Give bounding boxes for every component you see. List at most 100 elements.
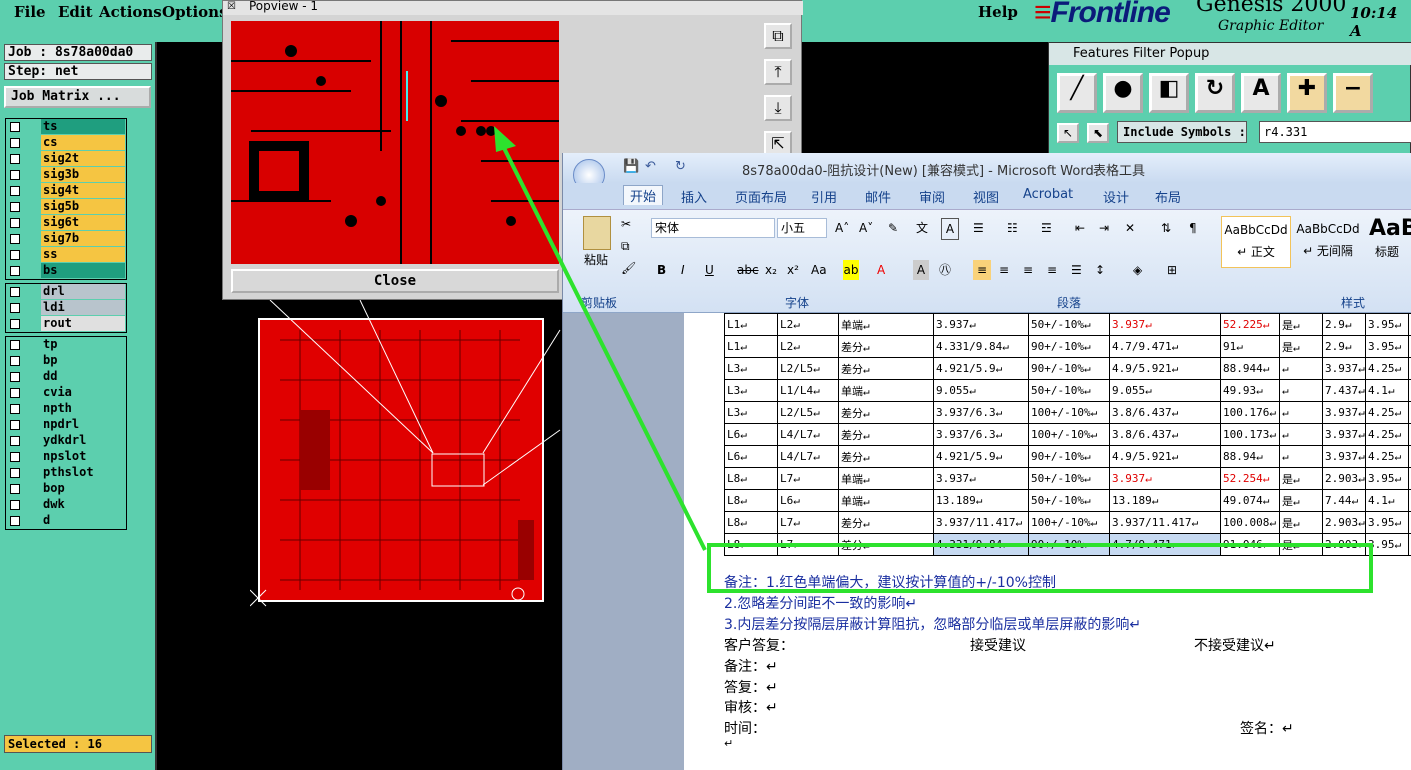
layer-row[interactable]: ydkdrl bbox=[6, 433, 126, 449]
change-case-icon[interactable]: Aa bbox=[811, 260, 827, 280]
zoom-out-icon[interactable]: ⤓ bbox=[764, 95, 792, 121]
table-cell[interactable]: 100+/-10%↵ bbox=[1028, 511, 1110, 534]
distributed-icon[interactable]: ☰ bbox=[1071, 260, 1082, 280]
text-filter-icon[interactable]: A bbox=[1241, 73, 1281, 113]
table-cell[interactable]: L3↵ bbox=[724, 379, 778, 402]
layer-name[interactable]: sig3b bbox=[41, 167, 125, 182]
layer-name[interactable]: sig4t bbox=[41, 183, 125, 198]
multilevel-list-icon[interactable]: ☲ bbox=[1041, 218, 1052, 238]
table-cell[interactable]: 单端↵ bbox=[838, 313, 934, 336]
superscript-icon[interactable]: x² bbox=[787, 260, 799, 280]
table-cell[interactable]: 3.95↵ bbox=[1365, 511, 1409, 534]
layer-checkbox[interactable] bbox=[10, 340, 20, 350]
layer-row[interactable]: rout bbox=[6, 316, 126, 332]
layer-row[interactable]: tp bbox=[6, 337, 126, 353]
table-cell[interactable]: 4.25↵ bbox=[1365, 445, 1409, 468]
ribbon-tab[interactable]: 视图 bbox=[973, 187, 999, 206]
layer-checkbox[interactable] bbox=[10, 436, 20, 446]
table-cell[interactable]: 3.8/6.437↵ bbox=[1109, 401, 1221, 424]
layer-checkbox[interactable] bbox=[10, 372, 20, 382]
table-cell[interactable]: 3.937↵ bbox=[1322, 445, 1366, 468]
table-cell[interactable]: 52.225↵ bbox=[1220, 313, 1280, 336]
table-cell[interactable]: 91↵ bbox=[1220, 335, 1280, 358]
table-cell[interactable]: 3.8/6.437↵ bbox=[1109, 423, 1221, 446]
table-cell[interactable]: 3.937↵ bbox=[1322, 423, 1366, 446]
table-cell[interactable]: 4.25↵ bbox=[1365, 423, 1409, 446]
table-cell[interactable]: L3↵ bbox=[724, 357, 778, 380]
clear-format-icon[interactable]: ✎ bbox=[888, 218, 898, 238]
layer-row[interactable]: ldi bbox=[6, 300, 126, 316]
table-cell[interactable]: L7↵ bbox=[777, 467, 839, 490]
layer-checkbox[interactable] bbox=[10, 287, 20, 297]
layer-checkbox[interactable] bbox=[10, 154, 20, 164]
layer-name[interactable]: rout bbox=[41, 316, 125, 331]
table-cell[interactable]: 3.937↵ bbox=[933, 313, 1029, 336]
layer-checkbox[interactable] bbox=[10, 202, 20, 212]
table-cell[interactable]: 3.937↵ bbox=[1109, 313, 1221, 336]
table-cell[interactable]: 是↵ bbox=[1279, 511, 1323, 534]
menu-file[interactable]: File bbox=[14, 3, 46, 21]
table-cell[interactable]: 单端↵ bbox=[838, 379, 934, 402]
table-cell[interactable]: L3↵ bbox=[724, 401, 778, 424]
layer-row[interactable]: bs bbox=[6, 263, 126, 279]
decrease-indent-icon[interactable]: ⇤ bbox=[1075, 218, 1085, 238]
table-cell[interactable]: 3.95↵ bbox=[1365, 335, 1409, 358]
layer-row[interactable]: npslot bbox=[6, 449, 126, 465]
table-cell[interactable]: 100+/-10%↵ bbox=[1028, 423, 1110, 446]
layer-checkbox[interactable] bbox=[10, 218, 20, 228]
layer-checkbox[interactable] bbox=[10, 500, 20, 510]
table-cell[interactable]: 3.937/6.3↵ bbox=[933, 401, 1029, 424]
table-cell[interactable]: 2.903↵ bbox=[1322, 467, 1366, 490]
table-cell[interactable]: L6↵ bbox=[724, 423, 778, 446]
close-icon[interactable]: ☒ bbox=[227, 1, 236, 12]
layer-name[interactable]: bp bbox=[41, 353, 125, 368]
layer-row[interactable]: npdrl bbox=[6, 417, 126, 433]
style-heading[interactable]: AaB 标题 bbox=[1369, 216, 1411, 268]
layer-row[interactable]: drl bbox=[6, 284, 126, 300]
strikethrough-icon[interactable]: abc bbox=[737, 260, 759, 280]
layer-name[interactable]: bs bbox=[41, 263, 125, 278]
include-symbols-input[interactable]: r4.331 bbox=[1259, 121, 1411, 143]
table-cell[interactable]: ↵ bbox=[1279, 401, 1323, 424]
sort-icon[interactable]: ⇅ bbox=[1161, 218, 1171, 238]
layer-checkbox[interactable] bbox=[10, 250, 20, 260]
surface-filter-icon[interactable]: ◧ bbox=[1149, 73, 1189, 113]
shading-icon[interactable]: ◈ bbox=[1133, 260, 1142, 280]
layer-name[interactable]: dd bbox=[41, 369, 125, 384]
shrink-font-icon[interactable]: A˅ bbox=[859, 218, 873, 238]
ribbon-tab[interactable]: 引用 bbox=[811, 187, 837, 206]
table-cell[interactable]: L1/L4↵ bbox=[777, 379, 839, 402]
table-cell[interactable]: L4/L7↵ bbox=[777, 423, 839, 446]
layer-row[interactable]: sig3b bbox=[6, 167, 126, 183]
font-color-icon[interactable]: A bbox=[877, 260, 885, 280]
layer-name[interactable]: ts bbox=[41, 119, 125, 134]
align-center-icon[interactable]: ≡ bbox=[999, 260, 1009, 280]
table-cell[interactable]: 3.95↵ bbox=[1365, 313, 1409, 336]
layer-name[interactable]: npdrl bbox=[41, 417, 125, 432]
select-arrow-icon[interactable]: ↖ bbox=[1057, 123, 1079, 143]
table-cell[interactable]: 13.189↵ bbox=[1109, 489, 1221, 512]
font-size-select[interactable]: 小五 bbox=[777, 218, 827, 238]
layer-row[interactable]: bp bbox=[6, 353, 126, 369]
table-cell[interactable]: 7.437↵ bbox=[1322, 379, 1366, 402]
chinese-layout-icon[interactable]: ✕ bbox=[1125, 218, 1135, 238]
layer-name[interactable]: ldi bbox=[41, 300, 125, 315]
table-cell[interactable]: 4.921/5.9↵ bbox=[933, 357, 1029, 380]
table-cell[interactable]: 2.903↵ bbox=[1322, 511, 1366, 534]
table-cell[interactable]: L8↵ bbox=[724, 511, 778, 534]
layer-name[interactable]: pthslot bbox=[41, 465, 125, 480]
table-cell[interactable]: ↵ bbox=[1279, 423, 1323, 446]
char-border-icon[interactable]: A bbox=[941, 218, 959, 240]
table-cell[interactable]: 9.055↵ bbox=[1109, 379, 1221, 402]
table-cell[interactable]: 3.937↵ bbox=[933, 467, 1029, 490]
table-cell[interactable]: 50+/-10%↵ bbox=[1028, 313, 1110, 336]
layer-row[interactable]: dd bbox=[6, 369, 126, 385]
layer-name[interactable]: cvia bbox=[41, 385, 125, 400]
table-cell[interactable]: 100+/-10%↵ bbox=[1028, 401, 1110, 424]
table-cell[interactable]: 49.074↵ bbox=[1220, 489, 1280, 512]
table-cell[interactable]: 差分↵ bbox=[838, 335, 934, 358]
menu-help[interactable]: Help bbox=[978, 3, 1018, 21]
layer-row[interactable]: npth bbox=[6, 401, 126, 417]
table-cell[interactable]: 2.9↵ bbox=[1322, 335, 1366, 358]
align-right-icon[interactable]: ≡ bbox=[1023, 260, 1033, 280]
